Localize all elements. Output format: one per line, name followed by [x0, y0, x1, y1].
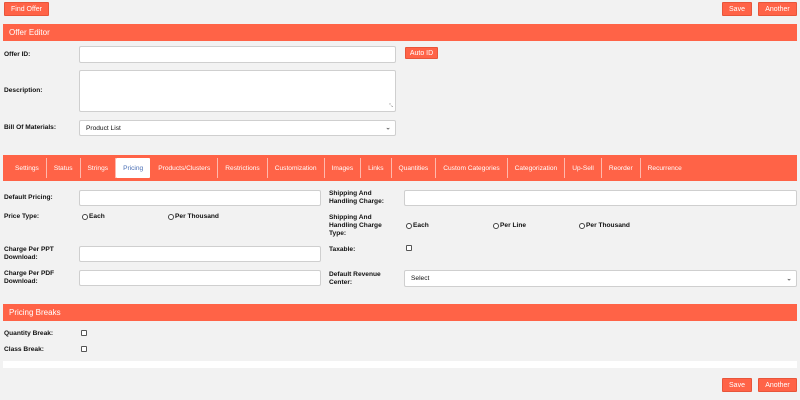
charge-pdf-label-line1: Charge Per PDF	[4, 270, 55, 277]
offer-id-label: Offer ID:	[4, 51, 31, 58]
pricing-breaks-footer-strip	[3, 361, 797, 368]
revenue-center-select[interactable]: Select ⌄	[404, 270, 797, 287]
radio-circle-icon[interactable]	[579, 222, 585, 229]
tab-customization[interactable]: Customization	[268, 158, 325, 178]
shipping-type-per-line-label: Per Line	[500, 222, 527, 229]
pricing-breaks-title: Pricing Breaks	[9, 308, 61, 317]
class-break-label: Class Break:	[4, 346, 44, 353]
chevron-down-icon: ⌄	[786, 275, 792, 283]
charge-pdf-label-line2: Download:	[4, 278, 38, 285]
shipping-charge-label: Shipping And Handling Charge:	[329, 190, 384, 206]
default-pricing-label: Default Pricing:	[4, 194, 53, 201]
tab-quantities[interactable]: Quantities	[392, 158, 437, 178]
another-button-top[interactable]: Another	[758, 2, 797, 16]
class-break-checkbox[interactable]	[81, 346, 87, 352]
radio-circle-icon[interactable]	[168, 213, 174, 220]
tab-bar: Settings Status Strings Pricing Products/Clu…	[3, 155, 797, 181]
tab-products-clusters[interactable]: Products/Clusters	[151, 158, 219, 178]
offer-editor-title: Offer Editor	[9, 28, 50, 37]
tab-restrictions[interactable]: Restrictions	[218, 158, 268, 178]
price-type-per-thousand-label: Per Thousand	[175, 213, 219, 220]
offer-editor-header: Offer Editor	[3, 24, 797, 41]
shipping-type-per-line-radio[interactable]: Per Line	[493, 222, 526, 229]
tab-categorization[interactable]: Categorization	[508, 158, 566, 178]
shipping-type-per-thousand-radio[interactable]: Per Thousand	[579, 222, 630, 229]
bom-label: Bill Of Materials:	[4, 124, 57, 131]
tab-settings[interactable]: Settings	[8, 158, 47, 178]
shipping-type-label-line1: Shipping And	[329, 214, 372, 221]
taxable-label: Taxable:	[329, 246, 356, 253]
revenue-center-label: Default Revenue Center:	[329, 271, 381, 287]
charge-pdf-label: Charge Per PDF Download:	[4, 270, 54, 286]
tab-custom-categories[interactable]: Custom Categories	[436, 158, 508, 178]
shipping-charge-input[interactable]	[404, 190, 797, 206]
tab-recurrence[interactable]: Recurrence	[641, 158, 689, 178]
shipping-charge-label-line1: Shipping And	[329, 190, 372, 197]
shipping-type-label: Shipping And Handling Charge Type:	[329, 214, 382, 238]
quantity-break-checkbox[interactable]	[81, 330, 87, 336]
charge-ppt-label-line2: Download:	[4, 254, 38, 261]
auto-id-button[interactable]: Auto ID	[405, 47, 438, 59]
find-offer-button[interactable]: Find Offer	[4, 2, 49, 16]
shipping-charge-label-line2: Handling Charge:	[329, 198, 384, 205]
description-textarea[interactable]: ⤡	[79, 70, 396, 112]
charge-ppt-label-line1: Charge Per PPT	[4, 246, 54, 253]
tab-links[interactable]: Links	[361, 158, 392, 178]
revenue-center-label-line2: Center:	[329, 279, 353, 286]
shipping-type-per-thousand-label: Per Thousand	[586, 222, 630, 229]
another-button-bottom[interactable]: Another	[758, 378, 797, 392]
pricing-breaks-header: Pricing Breaks	[3, 304, 797, 321]
bom-select[interactable]: Product List ⌄	[79, 120, 396, 136]
save-button-top[interactable]: Save	[722, 2, 752, 16]
tab-up-sell[interactable]: Up-Sell	[565, 158, 602, 178]
tab-status[interactable]: Status	[47, 158, 81, 178]
tab-reorder[interactable]: Reorder	[602, 158, 641, 178]
price-type-per-thousand-radio[interactable]: Per Thousand	[168, 213, 219, 220]
tab-images[interactable]: Images	[325, 158, 362, 178]
price-type-each-label: Each	[89, 213, 105, 220]
price-type-each-radio[interactable]: Each	[82, 213, 105, 220]
shipping-type-label-line3: Type:	[329, 230, 347, 237]
revenue-center-selected-value: Select	[411, 275, 430, 282]
shipping-type-label-line2: Handling Charge	[329, 222, 382, 229]
save-button-bottom[interactable]: Save	[722, 378, 752, 392]
shipping-type-each-radio[interactable]: Each	[406, 222, 429, 229]
radio-circle-icon[interactable]	[406, 222, 412, 229]
revenue-center-label-line1: Default Revenue	[329, 271, 381, 278]
quantity-break-label: Quantity Break:	[4, 330, 54, 337]
shipping-type-each-label: Each	[413, 222, 429, 229]
tab-strings[interactable]: Strings	[81, 158, 117, 178]
tab-pricing[interactable]: Pricing	[116, 158, 151, 178]
offer-id-input[interactable]	[79, 46, 396, 63]
chevron-down-icon: ⌄	[385, 124, 391, 132]
price-type-label: Price Type:	[4, 213, 40, 220]
taxable-checkbox[interactable]	[406, 245, 412, 251]
charge-ppt-input[interactable]	[79, 246, 321, 262]
description-label: Description:	[4, 87, 43, 94]
bom-selected-value: Product List	[86, 124, 121, 132]
radio-circle-icon[interactable]	[493, 222, 499, 229]
resize-handle-icon[interactable]: ⤡	[389, 103, 393, 109]
default-pricing-input[interactable]	[79, 190, 321, 206]
radio-circle-icon[interactable]	[82, 213, 88, 220]
charge-pdf-input[interactable]	[79, 270, 321, 286]
charge-ppt-label: Charge Per PPT Download:	[4, 246, 54, 262]
